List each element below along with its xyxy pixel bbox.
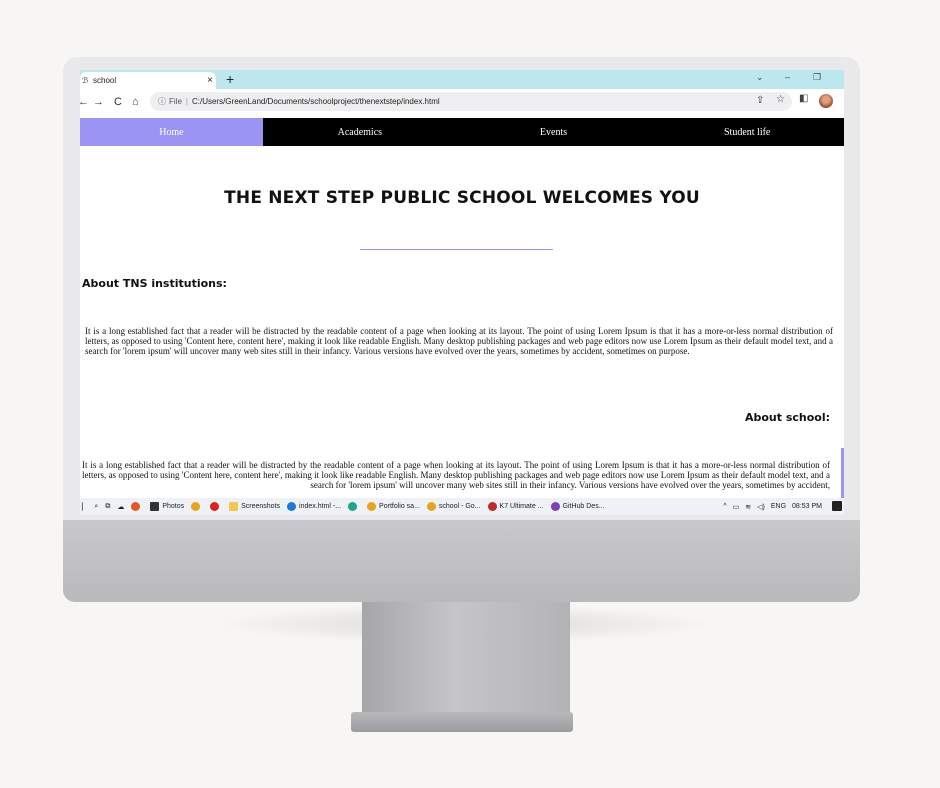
edge-icon [348, 502, 358, 511]
chrome-icon [426, 502, 436, 511]
taskbar-item[interactable]: GitHub Des... [550, 502, 605, 511]
system-tray: ^ ▭ ≋ ◁) ENG 08:53 PM [717, 498, 822, 515]
task-view-icon[interactable]: ⧉ [105, 503, 110, 511]
photos-icon [150, 502, 160, 511]
browser-toolbar: ← → C ⌂ ⓘ File | C:/Users/GreenLand/Docu… [80, 89, 844, 115]
taskbar-item[interactable]: K7 Ultimate ... [487, 502, 544, 511]
taskbar-item[interactable]: Portfolio sa... [367, 502, 420, 511]
back-icon[interactable]: ← [80, 95, 89, 109]
forward-icon[interactable]: → [93, 95, 104, 109]
info-icon[interactable]: ⓘ [158, 96, 166, 107]
taskbar-item-label: Portfolio sa... [379, 503, 420, 510]
about-tns-text: It is a long established fact that a rea… [85, 326, 833, 356]
site-nav: Home Academics Events Student life [80, 118, 844, 146]
browser-tab[interactable]: ℬ school × [80, 72, 216, 89]
start-button[interactable]: ▏ [82, 503, 87, 511]
windows-taskbar: ▏ ⌕ ⧉ ☁ Photos Screenshots index.html -...… [80, 498, 844, 515]
bookmark-star-icon[interactable]: ☆ [776, 94, 785, 105]
taskbar-item[interactable]: index.html -... [287, 502, 341, 511]
scrollbar-thumb[interactable] [841, 448, 844, 498]
folder-icon [229, 502, 239, 511]
taskbar-item-label: K7 Ultimate ... [499, 503, 544, 510]
share-icon[interactable]: ⇪ [756, 95, 764, 106]
taskbar-item-label: school - Go... [438, 503, 481, 510]
monitor-chin [63, 520, 860, 602]
k7-icon [487, 502, 497, 511]
nav-item-student-life[interactable]: Student life [650, 118, 844, 146]
about-school-text: It is a long established fact that a rea… [82, 460, 830, 490]
profile-avatar[interactable] [819, 94, 833, 108]
firefox-icon[interactable] [131, 502, 143, 511]
monitor-stand-neck [362, 602, 570, 720]
nav-item-academics[interactable]: Academics [263, 118, 457, 146]
taskbar-item[interactable] [191, 502, 203, 511]
taskbar-item[interactable]: Screenshots [229, 502, 280, 511]
address-separator: | [185, 97, 188, 106]
monitor-stand-base [351, 712, 573, 732]
home-icon[interactable]: ⌂ [132, 95, 139, 109]
taskbar-item-label: index.html -... [299, 503, 342, 510]
nav-item-home[interactable]: Home [80, 118, 263, 146]
clock[interactable]: 08:53 PM [792, 503, 822, 510]
notification-icon[interactable] [832, 501, 842, 511]
chevron-down-icon[interactable]: ⌄ [756, 72, 764, 83]
close-icon[interactable]: × [204, 75, 216, 86]
hero-divider [360, 249, 553, 250]
chrome-icon [367, 502, 377, 511]
tray-chevron-icon[interactable]: ^ [723, 503, 726, 510]
taskbar-item-label: Screenshots [241, 503, 281, 510]
chrome-icon [191, 502, 201, 511]
minimize-button[interactable]: – [785, 72, 790, 82]
widgets-icon[interactable]: ☁ [117, 503, 124, 511]
restore-button[interactable]: ❐ [813, 72, 821, 83]
taskbar-item[interactable]: school - Go... [426, 502, 481, 511]
taskbar-item[interactable] [210, 502, 222, 511]
address-scheme: File [169, 97, 182, 106]
volume-icon[interactable]: ◁) [757, 503, 765, 511]
taskbar-item[interactable]: Photos [150, 502, 184, 511]
taskbar-item-label: Photos [162, 503, 185, 510]
new-tab-button[interactable]: + [226, 71, 234, 88]
tab-title: school [93, 76, 117, 85]
taskbar-item[interactable] [348, 502, 360, 511]
language-indicator[interactable]: ENG [771, 503, 786, 510]
about-school-heading: About school: [744, 411, 830, 424]
side-panel-icon[interactable]: ◧ [799, 93, 808, 104]
battery-icon[interactable]: ▭ [733, 503, 740, 511]
tab-strip: ℬ school × + ⌄ – ❐ [80, 70, 844, 89]
vscode-icon [287, 502, 297, 511]
github-icon [550, 502, 560, 511]
web-page: Home Academics Events Student life THE N… [80, 118, 844, 498]
screen: ℬ school × + ⌄ – ❐ ← → C ⌂ ⓘ File | C:/U… [80, 70, 844, 515]
nav-item-events[interactable]: Events [457, 118, 651, 146]
search-icon[interactable]: ⌕ [94, 503, 98, 511]
favicon-icon: ℬ [82, 76, 89, 85]
wifi-icon[interactable]: ≋ [745, 503, 751, 511]
address-url[interactable]: C:/Users/GreenLand/Documents/schoolproje… [192, 97, 440, 106]
reload-icon[interactable]: C [114, 95, 122, 109]
taskbar-item-label: GitHub Des... [562, 503, 605, 510]
address-bar[interactable]: ⓘ File | C:/Users/GreenLand/Documents/sc… [150, 92, 792, 111]
opera-icon [210, 502, 220, 511]
hero-title: THE NEXT STEP PUBLIC SCHOOL WELCOMES YOU [224, 188, 700, 208]
about-tns-heading: About TNS institutions: [82, 277, 227, 290]
